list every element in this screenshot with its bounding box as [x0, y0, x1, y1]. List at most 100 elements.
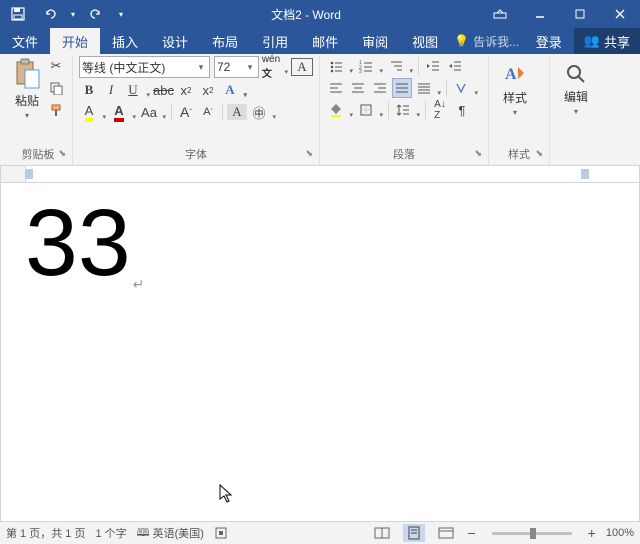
grow-font-button[interactable]: Aˆ — [176, 102, 196, 122]
svg-text:3: 3 — [359, 69, 362, 73]
zoom-slider[interactable] — [492, 532, 572, 535]
cursor-icon — [219, 484, 235, 504]
styles-button[interactable]: A 样式 ▾ — [495, 56, 535, 122]
increase-indent-button[interactable] — [445, 56, 465, 76]
italic-button[interactable]: I — [101, 80, 121, 100]
svg-text:A: A — [505, 66, 517, 83]
tab-home[interactable]: 开始 — [50, 28, 100, 54]
group-font: 等线 (中文正文)▾ 72▾ wén文 A B I U abc x2 x2 A … — [73, 56, 320, 165]
bold-button[interactable]: B — [79, 80, 99, 100]
window-title: 文档2 - Word — [132, 6, 480, 23]
borders-button[interactable] — [356, 100, 384, 120]
tab-layout[interactable]: 布局 — [200, 28, 250, 54]
underline-button[interactable]: U — [123, 80, 151, 100]
clipboard-launcher[interactable]: ⬊ — [58, 145, 66, 161]
signin-button[interactable]: 登录 — [524, 28, 574, 54]
status-page[interactable]: 第 1 页，共 1 页 — [6, 525, 85, 541]
group-clipboard: 粘贴 ▾ ✂ 剪贴板⬊ — [4, 56, 73, 165]
subscript-button[interactable]: x2 — [176, 80, 196, 100]
paragraph-mark-icon: ↵ — [133, 276, 145, 292]
highlight-button[interactable]: A — [79, 102, 107, 122]
redo-button[interactable] — [82, 2, 110, 26]
justify-button[interactable] — [392, 78, 412, 98]
copy-button[interactable] — [46, 78, 66, 98]
superscript-button[interactable]: x2 — [198, 80, 218, 100]
title-bar: ▾ ▾ 文档2 - Word — [0, 0, 640, 28]
align-center-button[interactable] — [348, 78, 368, 98]
ribbon: 粘贴 ▾ ✂ 剪贴板⬊ 等线 (中文正文)▾ 72▾ wén文 A B I U — [0, 54, 640, 166]
font-name-combo[interactable]: 等线 (中文正文)▾ — [79, 56, 210, 78]
sort-button[interactable]: A↓Z — [430, 100, 450, 120]
ruler-left-margin[interactable] — [25, 169, 33, 179]
undo-button[interactable] — [36, 2, 64, 26]
group-paragraph: 123 A↓Z ¶ — [320, 56, 489, 165]
paste-button[interactable]: 粘贴 ▾ — [10, 56, 44, 122]
align-right-button[interactable] — [370, 78, 390, 98]
status-word-count[interactable]: 1 个字 — [95, 525, 126, 541]
show-marks-button[interactable]: ¶ — [452, 100, 472, 120]
shading-button[interactable] — [326, 100, 354, 120]
text-effects-button[interactable]: A — [220, 80, 248, 100]
horizontal-ruler[interactable] — [1, 166, 639, 183]
font-size-combo[interactable]: 72▾ — [214, 56, 259, 78]
window-controls — [480, 0, 640, 28]
font-launcher[interactable]: ⬊ — [305, 145, 313, 161]
align-left-button[interactable] — [326, 78, 346, 98]
line-spacing-button[interactable] — [393, 100, 421, 120]
document-area[interactable]: 33↵ — [0, 166, 640, 521]
decrease-indent-button[interactable] — [423, 56, 443, 76]
cut-button[interactable]: ✂ — [46, 56, 66, 76]
font-color-button[interactable]: A — [109, 102, 137, 122]
tab-references[interactable]: 引用 — [250, 28, 300, 54]
enclose-char-button[interactable]: ㊥ — [249, 102, 277, 122]
view-read-mode[interactable] — [371, 524, 393, 542]
zoom-level[interactable]: 100% — [606, 527, 634, 539]
ruler-right-margin[interactable] — [581, 169, 589, 179]
phonetic-guide-button[interactable]: wén文 — [261, 57, 289, 77]
status-language[interactable]: 🕮英语(美国) — [137, 524, 204, 543]
paragraph-launcher[interactable]: ⬊ — [474, 145, 482, 161]
tell-me[interactable]: 💡告诉我... — [450, 28, 524, 54]
tab-mailings[interactable]: 邮件 — [300, 28, 350, 54]
tab-design[interactable]: 设计 — [150, 28, 200, 54]
status-bar: 第 1 页，共 1 页 1 个字 🕮英语(美国) − + 100% — [0, 521, 640, 544]
quick-access-toolbar: ▾ ▾ — [0, 2, 132, 26]
minimize-button[interactable] — [520, 0, 560, 28]
group-label-clipboard: 剪贴板⬊ — [10, 147, 66, 163]
distributed-button[interactable] — [414, 78, 442, 98]
view-print-layout[interactable] — [403, 524, 425, 542]
tab-view[interactable]: 视图 — [400, 28, 450, 54]
numbering-button[interactable]: 123 — [356, 56, 384, 76]
save-button[interactable] — [4, 2, 32, 26]
qat-customize-button[interactable]: ▾ — [114, 2, 128, 26]
zoom-out-button[interactable]: − — [467, 525, 475, 541]
share-button[interactable]: 👥共享 — [574, 28, 640, 54]
change-case-button[interactable]: Aa — [139, 102, 167, 122]
close-button[interactable] — [600, 0, 640, 28]
tab-file[interactable]: 文件 — [0, 28, 50, 54]
zoom-in-button[interactable]: + — [588, 525, 596, 541]
ribbon-tabs: 文件 开始 插入 设计 布局 引用 邮件 审阅 视图 💡告诉我... 登录 👥共… — [0, 28, 640, 54]
maximize-button[interactable] — [560, 0, 600, 28]
group-editing: 编辑 ▾ — [550, 56, 610, 165]
view-web-layout[interactable] — [435, 524, 457, 542]
char-shading-button[interactable]: A — [227, 104, 247, 120]
bulb-icon: 💡 — [454, 34, 469, 48]
bullets-button[interactable] — [326, 56, 354, 76]
shrink-font-button[interactable]: Aˇ — [198, 102, 218, 122]
character-border-button[interactable]: A — [291, 58, 313, 76]
editing-button[interactable]: 编辑 ▾ — [556, 56, 596, 122]
asian-layout-button[interactable] — [451, 78, 479, 98]
strikethrough-button[interactable]: abc — [153, 80, 174, 100]
styles-launcher[interactable]: ⬊ — [535, 145, 543, 161]
document-text[interactable]: 33↵ — [25, 196, 144, 291]
multilevel-list-button[interactable] — [386, 56, 414, 76]
tab-insert[interactable]: 插入 — [100, 28, 150, 54]
book-icon: 🕮 — [137, 524, 150, 543]
tab-review[interactable]: 审阅 — [350, 28, 400, 54]
group-label-styles: 样式⬊ — [495, 147, 543, 163]
ribbon-options-button[interactable] — [480, 0, 520, 28]
status-macro[interactable] — [214, 526, 228, 540]
format-painter-button[interactable] — [46, 100, 66, 120]
undo-more-button[interactable]: ▾ — [68, 2, 78, 26]
